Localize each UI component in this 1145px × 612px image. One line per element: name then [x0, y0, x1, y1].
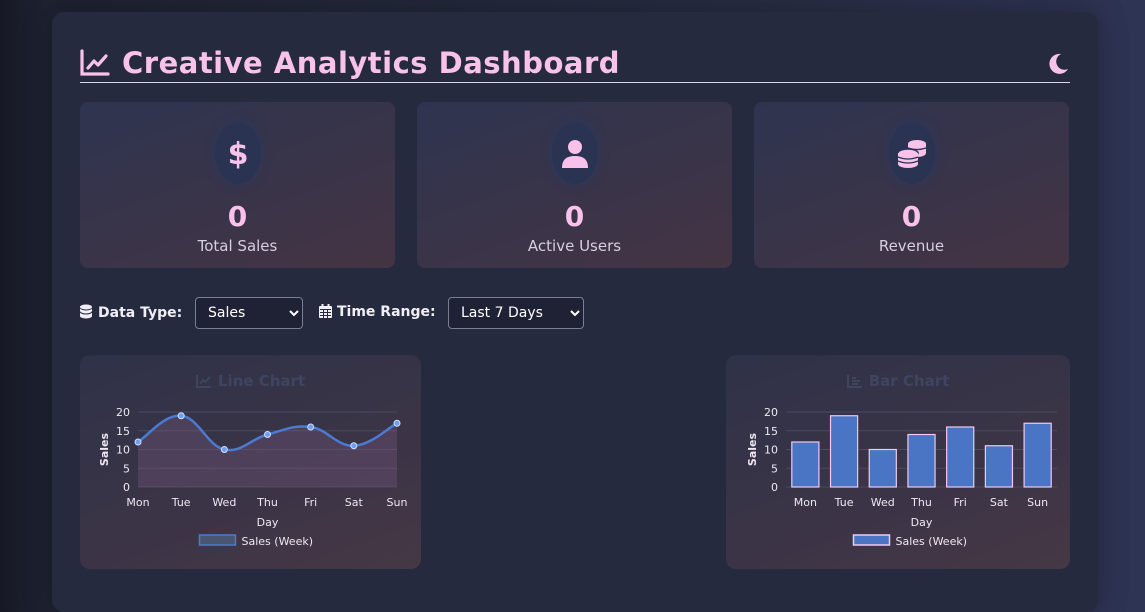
moon-icon[interactable] [1046, 52, 1070, 76]
y-tick-label: 10 [764, 444, 778, 457]
x-tick-label: Wed [212, 496, 236, 509]
data-point [177, 412, 185, 420]
y-axis-label: Sales [98, 432, 111, 466]
bar [984, 445, 1014, 488]
revenue-value: 0 [901, 200, 922, 233]
x-tick-label: Sun [1027, 496, 1048, 509]
data-point [134, 438, 142, 446]
data-point [264, 431, 271, 438]
x-axis-label: Day [911, 516, 933, 529]
x-tick-label: Thu [910, 496, 932, 509]
active-users-value: 0 [564, 200, 585, 233]
time-range-label: Time Range: [319, 304, 436, 320]
chart-line-icon [80, 49, 110, 76]
y-tick-label: 10 [116, 444, 130, 457]
y-tick-label: 15 [116, 425, 130, 438]
bar-chart-plot: 0 5 10 15 20 Mon Tue Wed Thu Fri Sat Sun Day Sales Sal… [746, 406, 1057, 548]
legend-label: Sales (Week) [896, 535, 968, 548]
y-tick-label: 0 [771, 481, 778, 494]
x-tick-label: Mon [126, 496, 149, 509]
legend-label: Sales (Week) [242, 535, 314, 548]
calendar-icon [319, 304, 332, 318]
x-tick-label: Tue [171, 496, 191, 509]
x-tick-label: Mon [794, 496, 817, 509]
data-point [393, 419, 401, 427]
active-users-label: Active Users [527, 237, 622, 255]
stat-card-active-users: 0 Active Users [417, 102, 732, 268]
x-tick-label: Fri [954, 496, 967, 509]
data-point [307, 423, 315, 431]
x-tick-label: Wed [871, 496, 895, 509]
total-sales-value: 0 [227, 200, 248, 233]
line-chart-plot: 0 5 10 15 20 Mon Tue Wed Thu Fri Sat Sun Day Sales Sal… [98, 406, 408, 548]
x-tick-label: Sat [345, 496, 364, 509]
line-chart-card: Line Chart 0 5 10 15 20 Mon Tue Wed Thu Fri Sat Sun… [80, 355, 421, 569]
y-tick-label: 15 [764, 425, 778, 438]
database-icon [79, 304, 93, 319]
bar [829, 415, 859, 488]
user-icon [561, 140, 588, 168]
y-tick-label: 5 [123, 462, 130, 475]
revenue-label: Revenue [878, 237, 945, 255]
stat-card-total-sales: $ 0 Total Sales [80, 102, 395, 268]
x-tick-label: Fri [304, 496, 317, 509]
data-point [220, 446, 228, 453]
data-point [350, 442, 358, 450]
dashboard-panel: Creative Analytics Dashboard $ 0 Total S… [52, 12, 1098, 612]
x-tick-label: Sat [990, 496, 1009, 509]
y-axis-label: Sales [746, 432, 759, 466]
data-type-select[interactable]: Sales [195, 297, 303, 329]
y-tick-label: 0 [123, 481, 130, 494]
legend-swatch [198, 534, 237, 546]
y-tick-label: 20 [764, 406, 778, 419]
data-type-label: Data Type: [79, 304, 182, 321]
bar [791, 441, 820, 488]
page-title: Creative Analytics Dashboard [122, 46, 621, 80]
series-area [138, 415, 397, 487]
time-range-select[interactable]: Last 7 Days [448, 297, 584, 329]
bar [907, 433, 936, 488]
svg-text:$: $ [227, 137, 248, 169]
dollar-icon: $ [227, 137, 248, 169]
data-type-label-text: Data Type: [98, 305, 183, 321]
time-range-label-text: Time Range: [337, 304, 436, 320]
x-axis-label: Day [257, 516, 279, 529]
total-sales-label: Total Sales [197, 237, 278, 255]
coins-icon [896, 140, 926, 168]
bar [868, 448, 897, 488]
dashboard-header: Creative Analytics Dashboard [80, 44, 1070, 83]
y-tick-label: 5 [771, 462, 778, 475]
stat-card-revenue: 0 Revenue [754, 102, 1069, 268]
x-tick-label: Sun [387, 496, 408, 509]
bar [946, 426, 975, 488]
bar [1023, 422, 1052, 488]
bar-chart-card: Bar Chart 0 5 10 15 20 Mon Tue Wed Thu Fri Sat Sun D… [726, 355, 1070, 569]
x-tick-label: Tue [834, 496, 854, 509]
legend-swatch [852, 534, 891, 546]
x-tick-label: Thu [256, 496, 278, 509]
y-tick-label: 20 [116, 406, 130, 419]
